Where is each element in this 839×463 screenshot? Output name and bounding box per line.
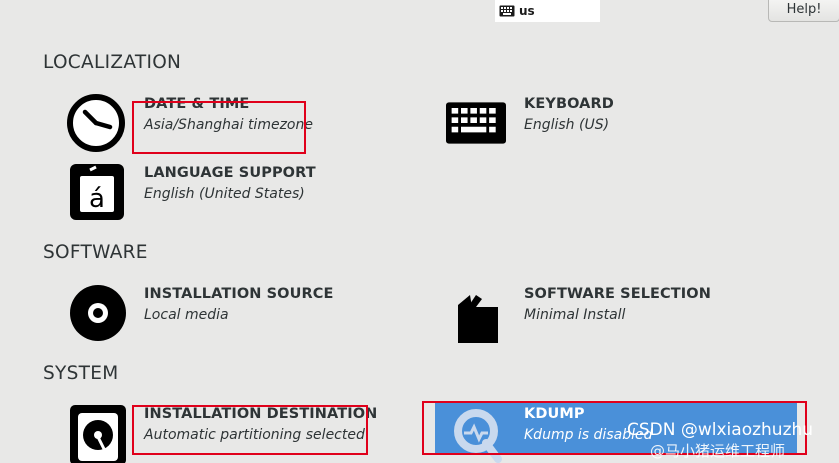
spoke-installation-source[interactable]: INSTALLATION SOURCE Local media (66, 283, 406, 343)
svg-text:á: á (89, 184, 105, 214)
keyboard-small-icon (499, 5, 515, 17)
disc-icon (70, 285, 126, 341)
spoke-language-name: LANGUAGE SUPPORT (144, 165, 316, 181)
package-icon (458, 295, 498, 343)
language-icon: á (70, 164, 124, 220)
spoke-installation-source-name: INSTALLATION SOURCE (144, 286, 334, 302)
annotation-box-date-time (132, 101, 306, 154)
spoke-keyboard[interactable]: KEYBOARD English (US) (446, 93, 786, 153)
section-title-system: SYSTEM (43, 363, 119, 384)
spoke-software-selection[interactable]: SOFTWARE SELECTION Minimal Install (446, 283, 786, 343)
spoke-keyboard-name: KEYBOARD (524, 96, 614, 112)
hard-drive-icon (70, 405, 126, 463)
watermark-subtext: @马小猪运维工程师 (650, 442, 786, 460)
spoke-language-support[interactable]: á LANGUAGE SUPPORT English (United State… (66, 162, 406, 222)
keyboard-layout-indicator[interactable]: us (495, 0, 600, 22)
help-button[interactable]: Help! (768, 0, 839, 22)
spoke-software-selection-status: Minimal Install (524, 307, 626, 323)
spoke-language-status: English (United States) (144, 186, 305, 202)
section-title-software: SOFTWARE (43, 242, 148, 263)
clock-icon (67, 94, 125, 152)
spoke-keyboard-status: English (US) (524, 117, 610, 133)
keyboard-layout-label: us (519, 4, 535, 18)
watermark-text: CSDN @wlxiaozhuzhu (627, 420, 814, 440)
annotation-box-installation-destination (132, 405, 368, 455)
section-title-localization: LOCALIZATION (43, 52, 182, 73)
keyboard-icon (446, 102, 506, 144)
spoke-software-selection-name: SOFTWARE SELECTION (524, 286, 711, 302)
spoke-installation-source-status: Local media (144, 307, 229, 323)
